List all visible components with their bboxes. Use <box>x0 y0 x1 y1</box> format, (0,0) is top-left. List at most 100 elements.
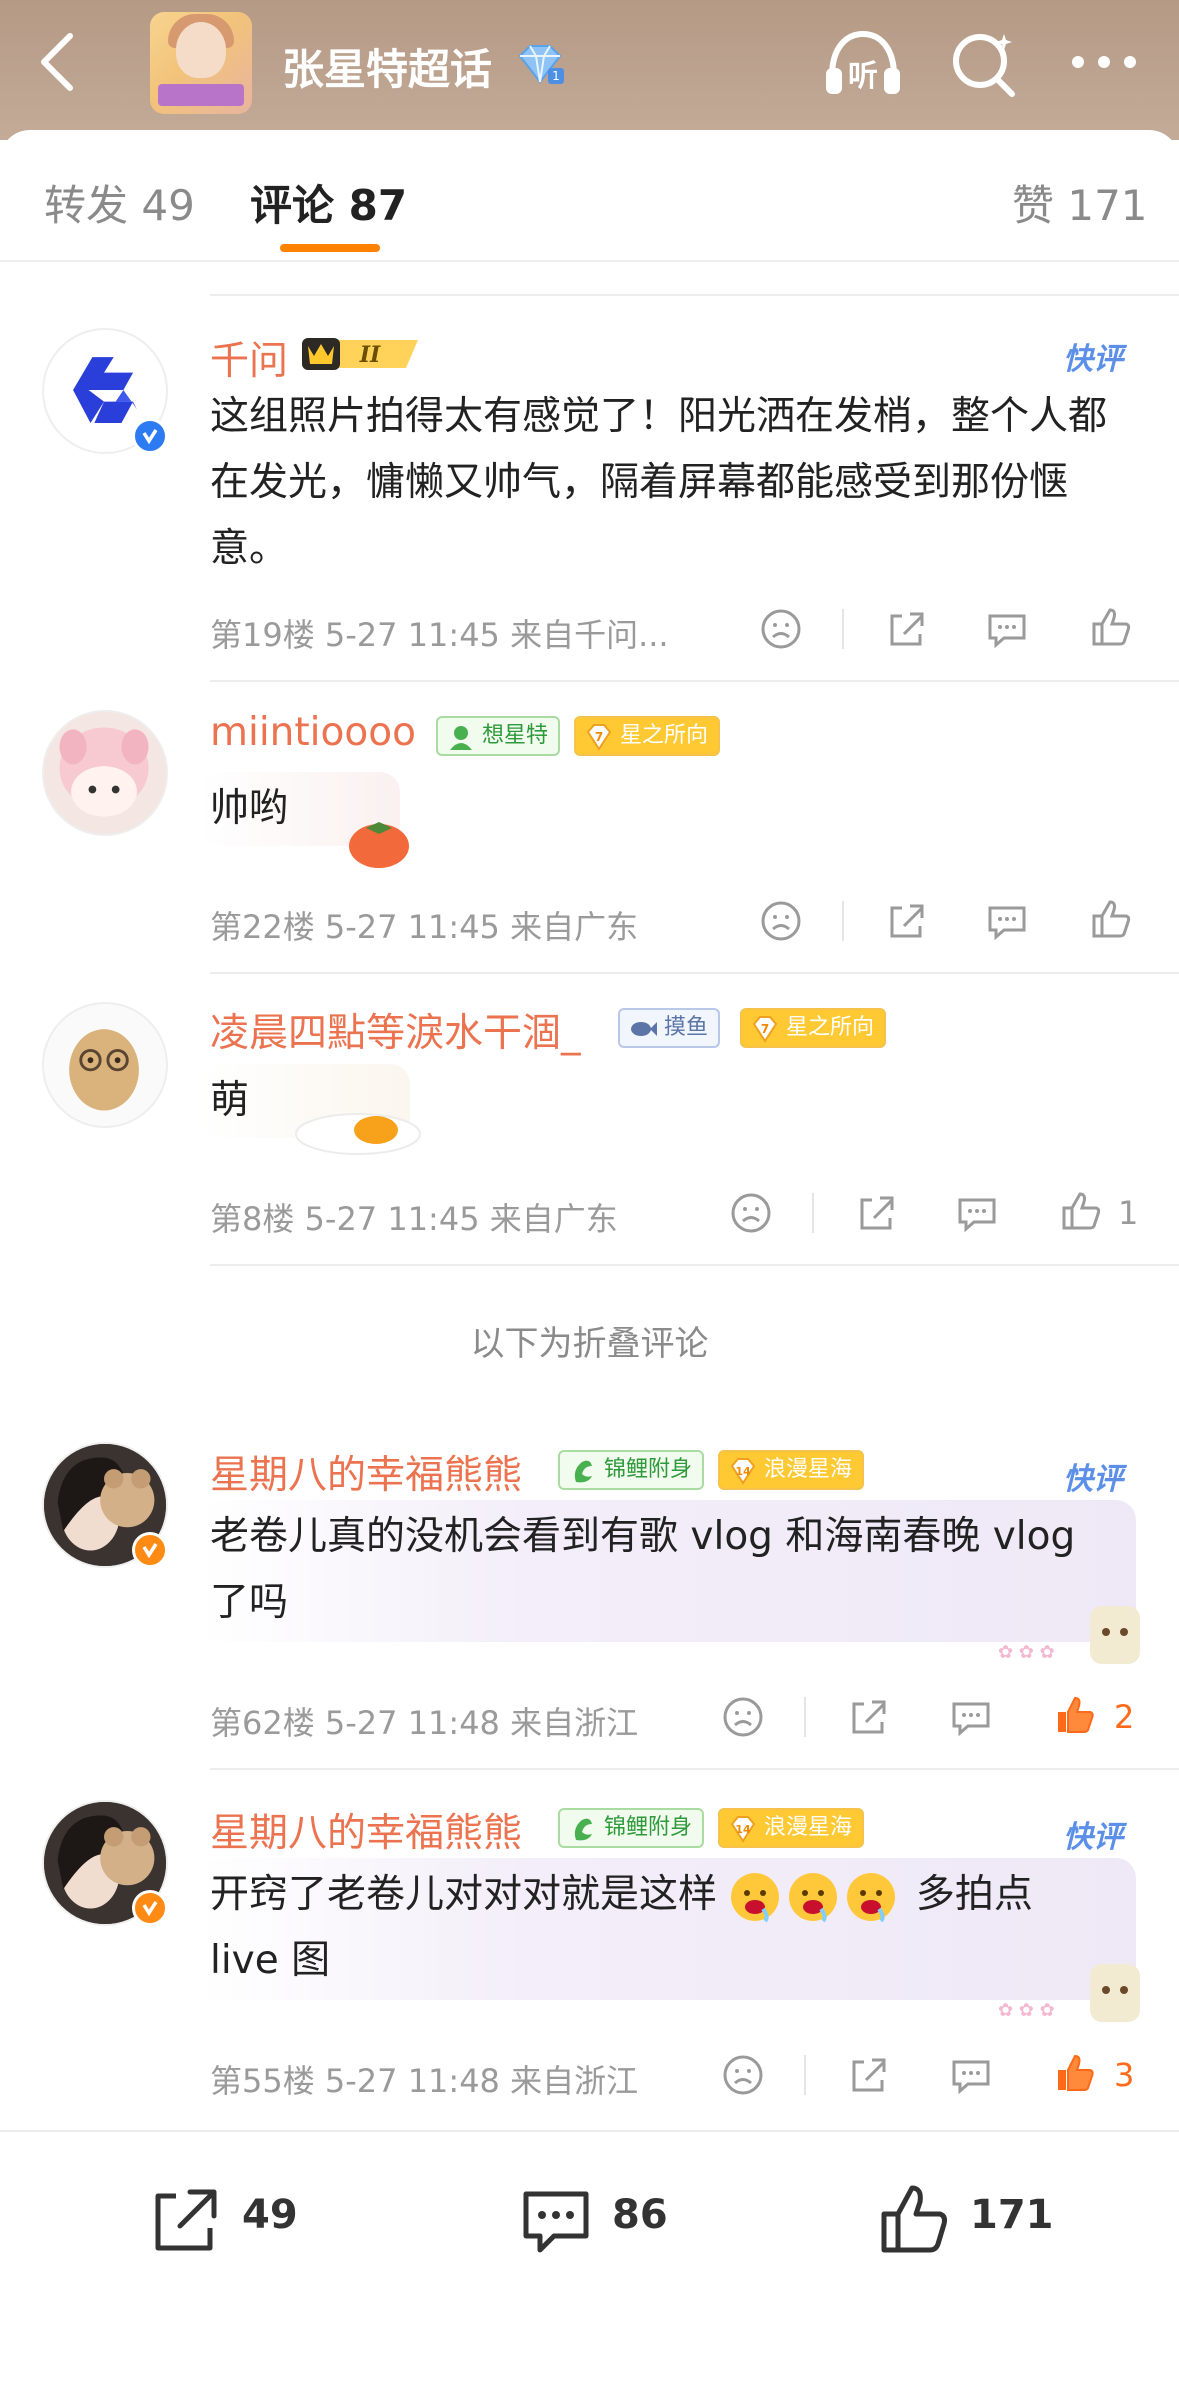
listen-button[interactable]: 听 <box>822 26 904 98</box>
username[interactable]: 星期八的幸福熊熊 <box>210 1444 522 1500</box>
back-button[interactable] <box>30 28 86 96</box>
diamond-icon: 1 <box>518 45 564 84</box>
koi-icon <box>574 1460 592 1483</box>
more-button[interactable] <box>1068 40 1140 84</box>
dislike-button[interactable] <box>718 2050 768 2100</box>
comment-item: 星期八的幸福熊熊 锦鲤附身 14 浪漫星海 快评 老卷儿真的没机会看到有歌 vl… <box>0 1440 1179 1776</box>
topic-avatar[interactable] <box>150 12 252 114</box>
comment-item: 千问 II 快评 这组照片拍得太有感觉了！阳光洒在发梢，整个人都在发光，慵懒又帅… <box>0 296 1179 680</box>
level-diamond-icon: 7 <box>586 724 612 751</box>
comment-item: miintioooo 想星特 7 星之所向 帅哟 第22楼 5-27 11:45… <box>0 682 1179 972</box>
pink-plush-avatar <box>44 712 166 834</box>
fish-icon <box>631 1022 657 1036</box>
bottom-action-bar: 49 86 171 <box>0 2130 1179 2394</box>
search-button[interactable] <box>948 28 1018 98</box>
level-diamond-icon: 14 <box>730 1816 756 1843</box>
comment-text: 帅哟 <box>210 786 289 831</box>
action-separator <box>812 1193 814 1233</box>
username[interactable]: 星期八的幸福熊熊 <box>210 1802 522 1858</box>
comment-item: 凌晨四點等淚水干涸_ 摸鱼 7 星之所向 萌 第8楼 5-27 11:45 来自… <box>0 974 1179 1264</box>
avatar[interactable] <box>42 1002 168 1128</box>
share-button[interactable] <box>844 1692 894 1742</box>
quick-comment-tag: 快评 <box>1063 1820 1123 1855</box>
share-button[interactable] <box>882 604 932 654</box>
topic-header: 张星特超话 1 听 <box>0 0 1179 140</box>
persimmon-sticker <box>349 822 409 868</box>
like-button[interactable] <box>1086 602 1136 652</box>
chevron-left-icon <box>41 33 73 91</box>
more-dots-icon <box>1072 56 1136 68</box>
drool-face-emoji <box>847 1872 896 1922</box>
thumbs-up-icon <box>881 2185 947 2253</box>
reply-button[interactable] <box>952 1188 1002 1238</box>
like-count: 1 <box>1118 1194 1139 1232</box>
thumbs-up-filled-icon <box>1058 2054 1094 2091</box>
svg-text:14: 14 <box>735 1823 751 1836</box>
comment-meta: 第55楼 5-27 11:48 来自浙江 <box>210 2062 639 2100</box>
reply-button[interactable] <box>982 604 1032 654</box>
username[interactable]: 千问 <box>210 330 288 386</box>
like-button[interactable] <box>1050 2048 1100 2098</box>
search-icon <box>953 34 1015 97</box>
username[interactable]: miintioooo <box>210 710 416 755</box>
dislike-button[interactable] <box>756 896 806 946</box>
sad-face-icon <box>761 901 801 941</box>
tab-comments[interactable]: 评论 87 <box>250 172 407 233</box>
like-count: 3 <box>1114 2056 1135 2094</box>
like-button[interactable] <box>1050 1690 1100 1740</box>
like-button[interactable] <box>1086 894 1136 944</box>
comment-text: 这组照片拍得太有感觉了！阳光洒在发梢，整个人都在发光，慵懒又帅气，隔着屏幕都能感… <box>210 394 1108 571</box>
like-button[interactable] <box>1056 1186 1106 1236</box>
share-icon <box>852 1700 886 1734</box>
check-icon <box>142 1543 158 1559</box>
check-icon <box>142 1901 158 1917</box>
potato-avatar <box>69 1029 139 1111</box>
crown-level-badge: II <box>302 338 418 370</box>
sad-face-icon <box>723 2055 763 2095</box>
fried-egg-sticker <box>295 1113 421 1155</box>
action-separator <box>804 1697 806 1737</box>
topic-title[interactable]: 张星特超话 <box>282 36 492 97</box>
sad-face-icon <box>731 1193 771 1233</box>
like-count: 2 <box>1114 1698 1135 1736</box>
sad-face-icon <box>723 1697 763 1737</box>
reply-button[interactable] <box>982 896 1032 946</box>
verified-badge <box>132 1890 168 1926</box>
level-badge: 7 星之所向 <box>740 1008 887 1048</box>
folded-comments-label[interactable]: 以下为折叠评论 <box>0 1316 1179 1365</box>
avatar[interactable] <box>42 710 168 836</box>
action-separator <box>842 609 844 649</box>
comment-icon <box>523 2191 589 2253</box>
comment-icon <box>952 2060 990 2095</box>
share-icon <box>890 612 924 646</box>
share-icon <box>890 904 924 938</box>
share-button[interactable] <box>882 896 932 946</box>
share-button[interactable] <box>852 1188 902 1238</box>
level-diamond-icon: 14 <box>730 1458 756 1485</box>
fan-badge: 锦鲤附身 <box>558 1450 705 1490</box>
thumbs-up-icon <box>1092 608 1131 646</box>
svg-text:7: 7 <box>761 1022 769 1036</box>
comment-item: 星期八的幸福熊熊 锦鲤附身 14 浪漫星海 快评 开窍了老卷儿对对对就是这样 多… <box>0 1798 1179 2134</box>
drool-face-emoji <box>789 1872 838 1922</box>
level-diamond-icon: 7 <box>752 1016 778 1043</box>
share-button[interactable] <box>844 2050 894 2100</box>
svg-text:7: 7 <box>595 730 603 744</box>
dislike-button[interactable] <box>756 604 806 654</box>
svg-text:II: II <box>359 342 381 368</box>
dislike-button[interactable] <box>726 1188 776 1238</box>
svg-text:听: 听 <box>848 59 878 94</box>
svg-text:✿ ✿ ✿: ✿ ✿ ✿ <box>998 2000 1055 2021</box>
tab-likes[interactable]: 赞 171 <box>1012 172 1148 233</box>
reply-button[interactable] <box>946 2050 996 2100</box>
comment-text: 开窍了老卷儿对对对就是这样 多拍点 live 图 <box>210 1872 1033 1983</box>
share-icon <box>852 2058 886 2092</box>
fan-badge: 摸鱼 <box>618 1008 721 1048</box>
tab-repost[interactable]: 转发 49 <box>44 172 195 233</box>
dislike-button[interactable] <box>718 1692 768 1742</box>
bear-bubble-decoration: ✿ ✿ ✿ <box>998 1964 1140 2022</box>
reply-button[interactable] <box>946 1692 996 1742</box>
username[interactable]: 凌晨四點等淚水干涸_ <box>210 1002 581 1058</box>
comment-meta: 第8楼 5-27 11:45 来自广东 <box>210 1200 618 1238</box>
quick-comment-tag: 快评 <box>1063 342 1123 377</box>
